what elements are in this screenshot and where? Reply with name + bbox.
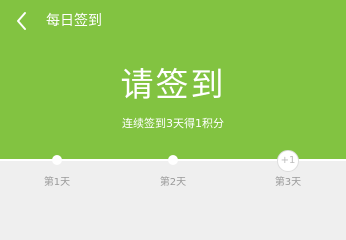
day-2-label: 第2天 — [159, 177, 187, 188]
signin-rule: 连续签到3天得1积分 — [122, 117, 224, 130]
day-1-label: 第1天 — [43, 177, 71, 188]
reward-badge: +1 — [277, 150, 299, 172]
signin-prompt: 请签到 — [120, 65, 226, 104]
day-1-dot — [52, 155, 62, 165]
day-2-dot — [168, 155, 178, 165]
chevron-left-icon — [17, 12, 26, 30]
back-button[interactable] — [14, 10, 34, 32]
signin-hero: 每日签到 请签到 连续签到3天得1积分 — [0, 0, 346, 160]
signin-progress: +1 第1天 第2天 第3天 — [0, 150, 346, 211]
day-3-label: 第3天 — [274, 177, 302, 188]
page-title: 每日签到 — [46, 13, 102, 29]
